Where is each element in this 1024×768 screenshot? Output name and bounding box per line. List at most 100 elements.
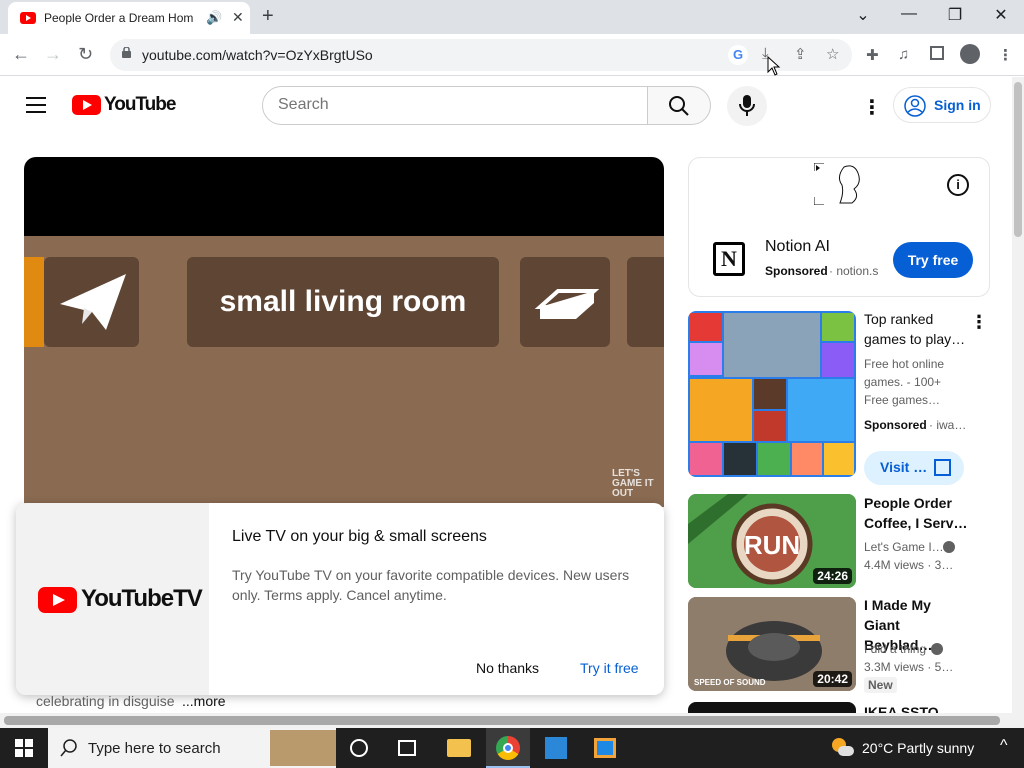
browser-tab[interactable]: People Order a Dream Hom 🔊 ✕ — [8, 2, 250, 34]
hamburger-menu-icon[interactable] — [26, 97, 46, 113]
search-box[interactable] — [262, 86, 648, 125]
show-more-link[interactable]: ...more — [182, 693, 226, 709]
file-explorer-icon[interactable] — [447, 739, 471, 757]
tab-search-button[interactable]: ⌄ — [848, 5, 878, 25]
google-lens-icon[interactable]: G — [728, 45, 748, 65]
video-stats: 3.3M views · 5… — [864, 660, 954, 674]
video-title[interactable]: IKEA SSTO — [864, 703, 968, 713]
games-ad-thumbnail[interactable] — [688, 311, 856, 477]
floor-tile — [520, 257, 610, 347]
microphone-icon — [739, 95, 755, 116]
minimize-button[interactable]: — — [894, 5, 924, 23]
mouse-cursor-icon — [767, 56, 781, 76]
url-text: youtube.com/watch?v=OzYxBrgtUSo — [142, 47, 373, 63]
bookmark-star-icon[interactable]: ☆ — [826, 45, 839, 63]
forward-arrow-icon[interactable]: → — [44, 44, 62, 65]
video-duration: 24:26 — [813, 568, 852, 584]
chrome-menu-icon[interactable]: ⋮ — [998, 46, 1013, 64]
task-view-icon[interactable] — [398, 740, 416, 756]
weather-text[interactable]: 20°C Partly sunny — [862, 740, 974, 756]
weather-icon[interactable] — [832, 738, 854, 758]
svg-text:SPEED OF SOUND: SPEED OF SOUND — [694, 678, 766, 687]
notion-ad-card[interactable]: i N Notion AI Sponsored · notion.s Try f… — [688, 157, 990, 297]
video-thumbnail[interactable]: RUN 24:26 — [688, 494, 856, 588]
settings-kebab-icon[interactable]: ⋮ — [862, 95, 882, 120]
youtube-favicon-icon — [20, 12, 36, 24]
video-player[interactable]: small living room LET'S GAME IT OUT — [24, 157, 664, 507]
windows-taskbar: Type here to search 20°C Partly sunny ^ — [0, 728, 1024, 768]
show-hidden-icons-chevron-icon[interactable]: ^ — [1000, 737, 1008, 755]
scrollbar-thumb[interactable] — [4, 716, 1000, 725]
lock-icon[interactable] — [122, 47, 131, 58]
paper-plane-icon — [60, 274, 126, 330]
game-tile — [724, 443, 756, 475]
promo-body: Try YouTube TV on your favorite compatib… — [232, 567, 630, 603]
search-highlight-image — [270, 730, 336, 766]
verified-badge-icon — [943, 541, 955, 553]
game-tile — [690, 443, 722, 475]
search-icon — [669, 96, 689, 116]
video-stats: 4.4M views · 3… — [864, 558, 954, 572]
horizontal-scrollbar[interactable] — [0, 713, 1012, 728]
ad-domain: · notion.s — [829, 264, 879, 278]
store-icon[interactable] — [545, 737, 567, 759]
video-description: celebrating in disguise — [36, 693, 175, 709]
close-window-button[interactable]: ✕ — [986, 5, 1016, 25]
remote-desktop-icon[interactable] — [594, 738, 616, 758]
tab-close-icon[interactable]: ✕ — [232, 9, 244, 26]
audio-playing-icon[interactable]: 🔊 — [206, 10, 222, 26]
chrome-taskbar-button[interactable] — [486, 728, 530, 768]
channel-name[interactable]: I did a thing — [864, 642, 926, 656]
promo-heading: Live TV on your big & small screens — [232, 528, 487, 545]
tab-title: People Order a Dream Hom — [44, 11, 194, 25]
profile-avatar-icon[interactable] — [960, 44, 980, 64]
voice-search-button[interactable] — [727, 86, 767, 126]
game-tile — [788, 379, 854, 441]
cortana-icon[interactable] — [350, 739, 368, 757]
search-icon — [60, 739, 77, 757]
search-input[interactable] — [278, 96, 628, 114]
reload-icon[interactable]: ↻ — [78, 44, 93, 65]
youtube-masthead: YouTube ⋮ Sign in — [0, 77, 1012, 133]
extensions-puzzle-icon[interactable]: ✚ — [866, 46, 879, 64]
game-tile — [822, 313, 854, 341]
video-options-icon[interactable]: ⋮ — [970, 312, 988, 333]
back-arrow-icon[interactable]: ← — [12, 44, 30, 65]
share-icon[interactable]: ⇪ — [794, 45, 807, 63]
search-button[interactable] — [647, 86, 711, 125]
account-icon — [904, 95, 926, 117]
visit-site-button[interactable]: Visit … — [864, 451, 964, 485]
new-tab-button[interactable]: + — [262, 5, 274, 28]
taskbar-search-placeholder: Type here to search — [88, 740, 221, 757]
channel-watermark: LET'S GAME IT OUT — [612, 468, 654, 499]
verified-badge-icon — [931, 643, 943, 655]
media-control-icon[interactable]: ♫ — [898, 46, 909, 63]
taskbar-search-box[interactable]: Type here to search — [48, 728, 336, 768]
small-living-room-tile: small living room — [187, 257, 499, 347]
sign-in-button[interactable]: Sign in — [893, 87, 991, 123]
try-free-button[interactable]: Try free — [893, 242, 973, 278]
paper-plane-tile — [44, 257, 139, 347]
ad-illustration — [814, 163, 860, 205]
video-thumbnail[interactable]: SPEED OF SOUND 20:42 — [688, 597, 856, 691]
youtube-tv-play-icon — [38, 587, 77, 613]
game-tile — [754, 379, 786, 409]
video-title[interactable]: People Order Coffee, I Serv… — [864, 493, 968, 533]
game-ad-title[interactable]: Top ranked games to play… — [864, 309, 968, 349]
channel-name[interactable]: Let's Game I… — [864, 540, 944, 554]
game-tile — [792, 443, 822, 475]
ad-info-icon[interactable]: i — [947, 174, 969, 196]
address-bar[interactable]: youtube.com/watch?v=OzYxBrgtUSo G ⤓ ⇪ ☆ — [110, 39, 852, 71]
promo-logo-panel: YouTubeTV — [16, 503, 209, 695]
no-thanks-button[interactable]: No thanks — [476, 660, 539, 676]
side-panel-icon[interactable] — [930, 46, 944, 60]
maximize-button[interactable]: ❐ — [940, 5, 970, 25]
vertical-scrollbar[interactable] — [1012, 77, 1024, 728]
try-it-free-button[interactable]: Try it free — [580, 660, 639, 676]
scrollbar-thumb[interactable] — [1014, 82, 1022, 237]
video-thumbnail[interactable] — [688, 702, 856, 713]
video-duration: 20:42 — [813, 671, 852, 687]
windows-start-icon[interactable] — [15, 739, 33, 757]
game-tile — [690, 343, 722, 375]
sign-in-label: Sign in — [934, 97, 981, 113]
